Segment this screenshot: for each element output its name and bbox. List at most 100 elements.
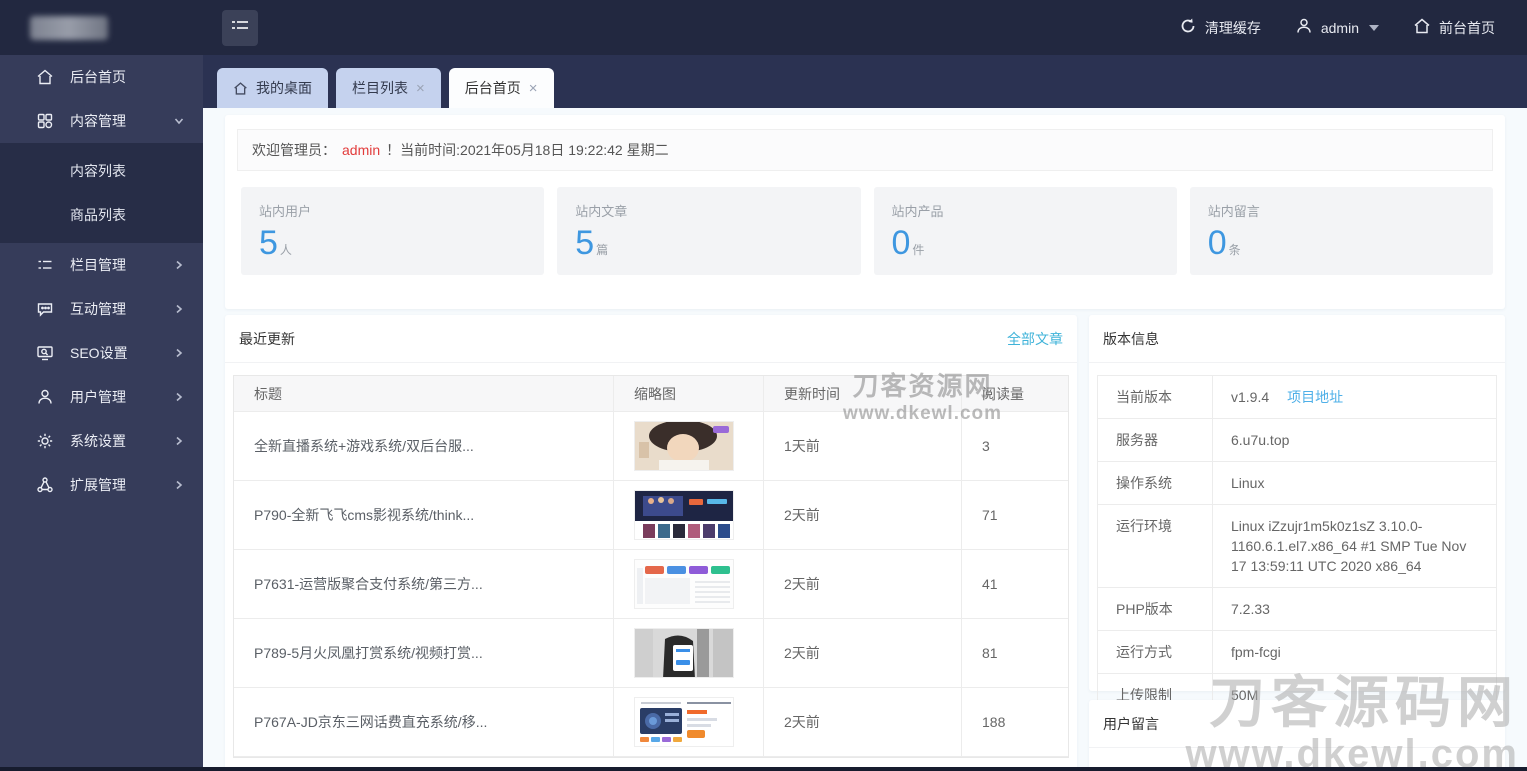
share-icon xyxy=(36,476,54,494)
thumbnail-image xyxy=(634,421,734,471)
table-row: P789-5月火凤凰打赏系统/视频打赏... 2天前 81 xyxy=(234,619,1068,688)
version-value: 7.2.33 xyxy=(1231,601,1270,617)
gear-icon xyxy=(36,432,54,450)
chevron-down-icon xyxy=(1369,24,1379,31)
column-header: 阅读量 xyxy=(962,376,1068,412)
stat-card: 站内用户 5人 xyxy=(241,187,545,275)
sidebar-item-gear[interactable]: 系统设置 xyxy=(0,419,203,463)
sidebar: 后台首页 内容管理 内容列表 商品列表 栏目管理 互动管理 SEO设置 用户管理 系统设置 扩展管… xyxy=(0,55,203,771)
sidebar-item-label: 系统设置 xyxy=(70,433,126,449)
version-value: fpm-fcgi xyxy=(1231,644,1281,660)
update-time: 2天前 xyxy=(764,481,962,550)
table-row: 全新直播系统+游戏系统/双后台服... 1天前 3 xyxy=(234,412,1068,481)
sidebar-subitem[interactable]: 商品列表 xyxy=(0,193,203,237)
stat-label: 站内产品 xyxy=(891,204,944,219)
window-bottom-edge xyxy=(0,767,1527,771)
sidebar-item-seo[interactable]: SEO设置 xyxy=(0,331,203,375)
article-title[interactable]: P789-5月火凤凰打赏系统/视频打赏... xyxy=(234,619,614,688)
version-value: Linux iZzujr1m5k0z1sZ 3.10.0-1160.6.1.el… xyxy=(1231,518,1467,574)
version-label: PHP版本 xyxy=(1098,588,1213,631)
home-icon xyxy=(36,68,54,86)
read-count: 188 xyxy=(962,688,1068,757)
version-row: 操作系统 Linux xyxy=(1098,462,1496,505)
stat-unit: 人 xyxy=(279,243,292,257)
messages-panel-title: 用户留言 xyxy=(1103,715,1159,732)
sidebar-item-list[interactable]: 栏目管理 xyxy=(0,243,203,287)
recent-table: 标题 缩略图 更新时间 阅读量 全新直播系统+游戏系统/双后台服... 1天前 3 P790-… xyxy=(233,375,1069,758)
project-url-link[interactable]: 项目地址 xyxy=(1287,389,1343,405)
tab-bar: 我的桌面 栏目列表 × 后台首页 × xyxy=(203,55,1527,108)
article-title[interactable]: P790-全新飞飞cms影视系统/think... xyxy=(234,481,614,550)
stat-card: 站内文章 5篇 xyxy=(557,187,861,275)
all-articles-link[interactable]: 全部文章 xyxy=(1007,329,1063,349)
tab-我的桌面[interactable]: 我的桌面 xyxy=(217,68,328,108)
sidebar-item-home[interactable]: 后台首页 xyxy=(0,55,203,99)
column-header: 缩略图 xyxy=(614,376,764,412)
list-icon xyxy=(36,256,54,274)
table-row: P790-全新飞飞cms影视系统/think... 2天前 71 xyxy=(234,481,1068,550)
sidebar-item-grid[interactable]: 内容管理 xyxy=(0,99,203,143)
welcome-time: ！当前时间:2021年05月18日 19:22:42 星期二 xyxy=(386,142,669,158)
clear-cache-button[interactable]: 清理缓存 xyxy=(1179,17,1261,38)
tab-label: 后台首页 xyxy=(464,80,521,96)
user-messages-panel: 用户留言 xyxy=(1089,700,1505,771)
article-title[interactable]: P7631-运营版聚合支付系统/第三方... xyxy=(234,550,614,619)
sidebar-subitem[interactable]: 内容列表 xyxy=(0,149,203,193)
chevron-right-icon xyxy=(173,435,185,447)
table-row: P7631-运营版聚合支付系统/第三方... 2天前 41 xyxy=(234,550,1068,619)
version-label: 运行方式 xyxy=(1098,631,1213,674)
main-content: 欢迎管理员： admin ！当前时间:2021年05月18日 19:22:42 … xyxy=(203,108,1527,771)
user-icon xyxy=(1295,17,1313,38)
sidebar-collapse-button[interactable] xyxy=(222,9,258,46)
version-label: 服务器 xyxy=(1098,419,1213,462)
version-value: v1.9.4 xyxy=(1231,389,1270,405)
chevron-right-icon xyxy=(173,479,185,491)
stat-unit: 条 xyxy=(1228,243,1241,257)
read-count: 81 xyxy=(962,619,1068,688)
table-header-row: 标题 缩略图 更新时间 阅读量 xyxy=(234,376,1068,412)
username: admin xyxy=(1320,19,1359,36)
stat-value: 0 xyxy=(1207,224,1227,262)
chevron-right-icon xyxy=(173,259,185,271)
sidebar-item-label: 扩展管理 xyxy=(70,477,126,493)
seo-icon xyxy=(36,344,54,362)
front-home-link[interactable]: 前台首页 xyxy=(1413,17,1495,38)
stat-unit: 篇 xyxy=(596,243,609,257)
recent-updates-panel: 最近更新 全部文章 标题 缩略图 更新时间 阅读量 全新直播系统+游戏系统/双后台服..… xyxy=(225,315,1077,771)
tab-后台首页[interactable]: 后台首页 × xyxy=(448,68,554,108)
sidebar-item-user[interactable]: 用户管理 xyxy=(0,375,203,419)
close-icon[interactable]: × xyxy=(416,81,425,96)
version-row: 当前版本 v1.9.4 项目地址 xyxy=(1098,376,1496,419)
stat-value: 0 xyxy=(891,224,911,262)
refresh-icon xyxy=(1179,17,1197,38)
stat-unit: 件 xyxy=(912,243,925,257)
article-title[interactable]: 全新直播系统+游戏系统/双后台服... xyxy=(234,412,614,481)
update-time: 2天前 xyxy=(764,688,962,757)
stat-label: 站内用户 xyxy=(259,204,312,219)
read-count: 41 xyxy=(962,550,1068,619)
welcome-username: admin xyxy=(342,142,381,158)
thumbnail-image xyxy=(634,559,734,609)
version-table: 当前版本 v1.9.4 项目地址 服务器 6.u7u.top 操作系统 Linux 运行环境 L… xyxy=(1097,375,1497,717)
sidebar-item-share[interactable]: 扩展管理 xyxy=(0,463,203,507)
tab-栏目列表[interactable]: 栏目列表 × xyxy=(336,68,441,108)
tab-label: 我的桌面 xyxy=(256,80,312,96)
article-title[interactable]: P767A-JD京东三网话费直充系统/移... xyxy=(234,688,614,757)
user-icon xyxy=(36,388,54,406)
user-menu[interactable]: admin xyxy=(1295,17,1379,38)
welcome-bar: 欢迎管理员： admin ！当前时间:2021年05月18日 19:22:42 … xyxy=(237,129,1493,171)
stat-value: 5 xyxy=(575,224,595,262)
sidebar-submenu: 内容列表 商品列表 xyxy=(0,143,203,243)
stat-label: 站内留言 xyxy=(1207,204,1260,219)
topbar: 清理缓存 admin 前台首页 xyxy=(0,0,1527,55)
update-time: 2天前 xyxy=(764,550,962,619)
sidebar-item-label: 栏目管理 xyxy=(70,257,126,273)
stat-label: 站内文章 xyxy=(575,204,628,219)
overview-panel: 欢迎管理员： admin ！当前时间:2021年05月18日 19:22:42 … xyxy=(225,115,1505,309)
thumbnail-image xyxy=(634,628,734,678)
stats-row: 站内用户 5 人站内文章 5 篇站内产品 0 件站内留言 0条 xyxy=(241,187,1493,275)
version-panel-title: 版本信息 xyxy=(1103,330,1159,347)
sidebar-item-chat[interactable]: 互动管理 xyxy=(0,287,203,331)
close-icon[interactable]: × xyxy=(529,81,538,96)
table-row: P767A-JD京东三网话费直充系统/移... 2天前 188 xyxy=(234,688,1068,757)
